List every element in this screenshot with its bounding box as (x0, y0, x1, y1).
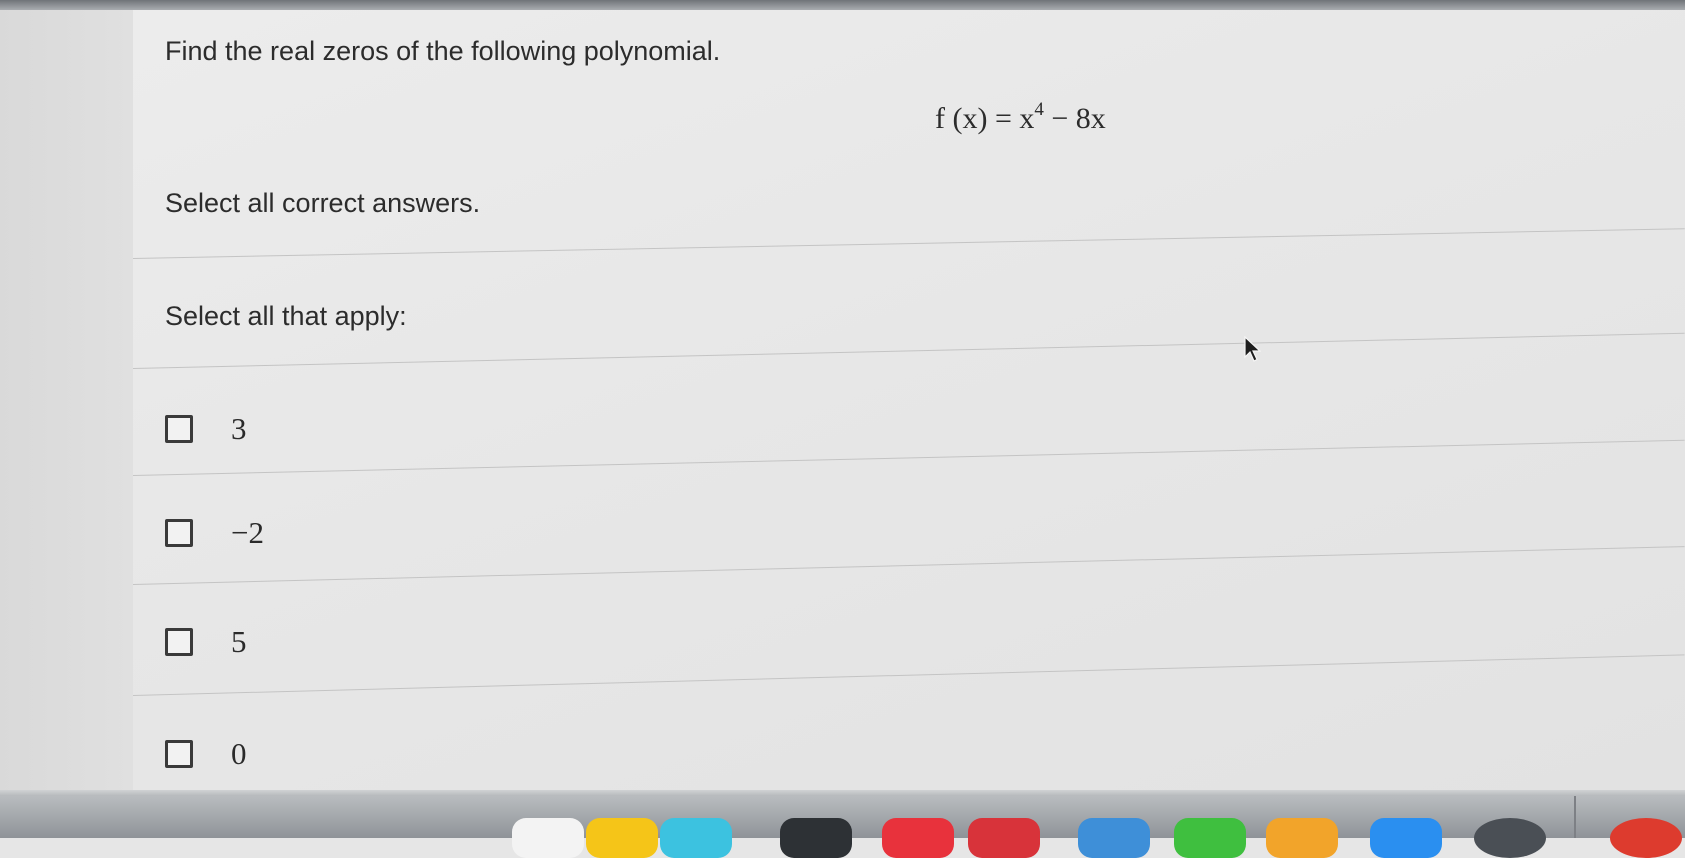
formula-lhs: f (x) = x (935, 102, 1035, 135)
option-negative-2[interactable]: −2 (165, 515, 264, 551)
safari-icon[interactable] (1474, 818, 1546, 858)
option-label: −2 (231, 515, 264, 550)
option-3[interactable]: 3 (165, 411, 247, 447)
mouse-pointer-icon (1244, 336, 1261, 362)
option-checkbox[interactable] (165, 415, 193, 443)
option-label: 3 (231, 411, 247, 446)
finder-icon[interactable] (1078, 818, 1150, 858)
pages-icon[interactable] (1266, 818, 1338, 858)
option-checkbox[interactable] (165, 740, 193, 768)
dock-separator (1574, 796, 1576, 838)
option-checkbox[interactable] (165, 628, 193, 656)
formula-exponent: 4 (1034, 99, 1044, 120)
option-label: 0 (231, 736, 247, 771)
left-gutter (0, 10, 133, 810)
app-icon-cyan[interactable] (660, 818, 732, 858)
option-5[interactable]: 5 (165, 624, 247, 660)
chrome-icon[interactable] (1610, 818, 1682, 858)
polynomial-formula: f (x) = x4 − 8x (935, 99, 1106, 136)
top-window-edge (0, 0, 1685, 10)
option-0[interactable]: 0 (165, 736, 247, 772)
app-icon-white[interactable] (512, 818, 584, 858)
app-icon-red-2[interactable] (968, 818, 1040, 858)
notes-icon[interactable] (586, 818, 658, 858)
app-icon-dark[interactable] (780, 818, 852, 858)
select-all-label: Select all that apply: (165, 301, 407, 331)
numbers-icon[interactable] (1174, 818, 1246, 858)
question-prompt: Find the real zeros of the following pol… (165, 36, 721, 66)
formula-rhs: − 8x (1043, 102, 1106, 135)
app-store-icon[interactable] (1370, 818, 1442, 858)
question-panel (133, 10, 1685, 802)
app-icon-red[interactable] (882, 818, 954, 858)
option-label: 5 (231, 624, 247, 659)
instruction-text: Select all correct answers. (165, 188, 481, 218)
option-checkbox[interactable] (165, 519, 193, 547)
